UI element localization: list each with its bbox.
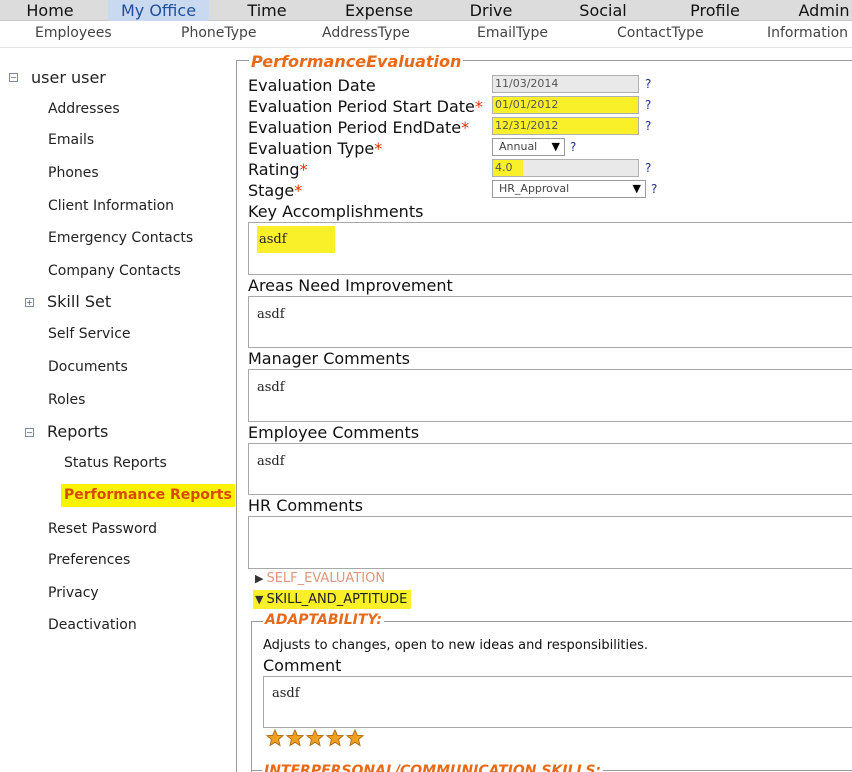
help-icon[interactable]: ? <box>645 119 651 133</box>
evaluation-type-select[interactable]: Annual ▼ <box>492 138 565 156</box>
key-accomplishments-textarea[interactable]: asdf <box>248 222 852 275</box>
triangle-down-icon: ▼ <box>255 593 264 606</box>
star-icon[interactable] <box>346 729 364 747</box>
hr-comments-label: HR Comments <box>248 496 363 515</box>
sidebar-item-privacy[interactable]: Privacy <box>48 585 99 601</box>
nav-expense[interactable]: Expense <box>336 0 422 21</box>
sidebar-item-client-information[interactable]: Client Information <box>48 198 174 214</box>
top-navigation: Home My Office Time Expense Drive Social… <box>0 0 852 21</box>
stage-select[interactable]: HR_Approval ▼ <box>492 180 646 198</box>
evaluation-date-field[interactable]: 11/03/2014 <box>492 75 639 93</box>
sidebar-item-roles[interactable]: Roles <box>48 392 85 408</box>
employee-comments-textarea[interactable]: asdf <box>248 443 852 495</box>
star-icon[interactable] <box>266 729 284 747</box>
subnav-emailtype[interactable]: EmailType <box>477 25 548 41</box>
help-icon[interactable]: ? <box>645 161 651 175</box>
adaptability-legend: ADAPTABILITY: <box>263 612 384 628</box>
interpersonal-legend: INTERPERSONAL/COMMUNICATION SKILLS: <box>262 763 604 772</box>
adaptability-comment-textarea[interactable]: asdf <box>263 676 852 728</box>
nav-home[interactable]: Home <box>0 0 100 21</box>
nav-social[interactable]: Social <box>572 0 634 21</box>
dropdown-arrow-icon: ▼ <box>632 182 641 195</box>
nav-drive[interactable]: Drive <box>460 0 522 21</box>
adaptability-description: Adjusts to changes, open to new ideas an… <box>263 638 649 653</box>
rating-label: Rating* <box>248 160 308 179</box>
period-end-field[interactable]: 12/31/2012 <box>492 117 639 135</box>
sub-navigation: Employees PhoneType AddressType EmailTyp… <box>0 21 852 48</box>
sidebar-item-documents[interactable]: Documents <box>48 359 128 375</box>
sidebar-item-emails[interactable]: Emails <box>48 132 94 148</box>
evaluation-date-label: Evaluation Date <box>248 76 376 95</box>
star-icon[interactable] <box>326 729 344 747</box>
expand-tree-icon[interactable]: + <box>25 298 34 307</box>
manager-comments-textarea[interactable]: asdf <box>248 369 852 422</box>
sidebar-item-phones[interactable]: Phones <box>48 165 99 181</box>
help-icon[interactable]: ? <box>645 77 651 91</box>
comment-label: Comment <box>263 656 342 675</box>
sidebar-item-reset-password[interactable]: Reset Password <box>48 521 157 537</box>
sidebar-user[interactable]: user user <box>31 68 106 87</box>
evaluation-type-label: Evaluation Type* <box>248 139 383 158</box>
nav-time[interactable]: Time <box>226 0 308 21</box>
key-accomplishments-label: Key Accomplishments <box>248 202 424 221</box>
hr-comments-textarea[interactable] <box>248 516 852 569</box>
help-icon[interactable]: ? <box>645 98 651 112</box>
nav-admin[interactable]: Admin <box>796 0 852 21</box>
employee-comments-label: Employee Comments <box>248 423 420 442</box>
areas-improvement-label: Areas Need Improvement <box>248 276 453 295</box>
sidebar <box>0 48 234 772</box>
sidebar-item-preferences[interactable]: Preferences <box>48 552 130 568</box>
triangle-right-icon: ▶ <box>255 572 264 585</box>
subnav-information[interactable]: Information <box>767 25 848 41</box>
subnav-phonetype[interactable]: PhoneType <box>181 25 257 41</box>
sidebar-item-reports[interactable]: Reports <box>47 422 108 441</box>
dropdown-arrow-icon: ▼ <box>551 140 560 153</box>
help-icon[interactable]: ? <box>570 140 576 154</box>
rating-field[interactable]: 4.0 <box>492 159 639 177</box>
sidebar-item-skill-set[interactable]: Skill Set <box>47 292 111 311</box>
nav-profile[interactable]: Profile <box>680 0 750 21</box>
self-evaluation-toggle[interactable]: ▶ SELF_EVALUATION <box>255 571 385 586</box>
sidebar-item-status-reports[interactable]: Status Reports <box>64 455 167 471</box>
sidebar-item-deactivation[interactable]: Deactivation <box>48 617 137 633</box>
skill-aptitude-toggle[interactable]: ▼ SKILL_AND_APTITUDE <box>253 590 412 609</box>
sidebar-item-emergency-contacts[interactable]: Emergency Contacts <box>48 230 193 246</box>
collapse-tree-icon[interactable]: − <box>9 73 18 82</box>
star-icon[interactable] <box>286 729 304 747</box>
stage-label: Stage* <box>248 181 303 200</box>
period-start-field[interactable]: 01/01/2012 <box>492 96 639 114</box>
collapse-tree-icon[interactable]: − <box>25 428 34 437</box>
sidebar-item-performance-reports[interactable]: Performance Reports <box>61 484 235 507</box>
period-start-label: Evaluation Period Start Date* <box>248 97 483 116</box>
form-legend: PerformanceEvaluation <box>249 52 464 71</box>
star-rating[interactable] <box>266 729 366 749</box>
sidebar-item-addresses[interactable]: Addresses <box>48 101 120 117</box>
subnav-contacttype[interactable]: ContactType <box>617 25 704 41</box>
star-icon[interactable] <box>306 729 324 747</box>
subnav-employees[interactable]: Employees <box>35 25 112 41</box>
manager-comments-label: Manager Comments <box>248 349 410 368</box>
help-icon[interactable]: ? <box>651 182 657 196</box>
sidebar-item-self-service[interactable]: Self Service <box>48 326 131 342</box>
sidebar-item-company-contacts[interactable]: Company Contacts <box>48 263 181 279</box>
areas-improvement-textarea[interactable]: asdf <box>248 296 852 348</box>
nav-my-office[interactable]: My Office <box>108 0 209 21</box>
period-end-label: Evaluation Period EndDate* <box>248 118 470 137</box>
subnav-addresstype[interactable]: AddressType <box>322 25 410 41</box>
